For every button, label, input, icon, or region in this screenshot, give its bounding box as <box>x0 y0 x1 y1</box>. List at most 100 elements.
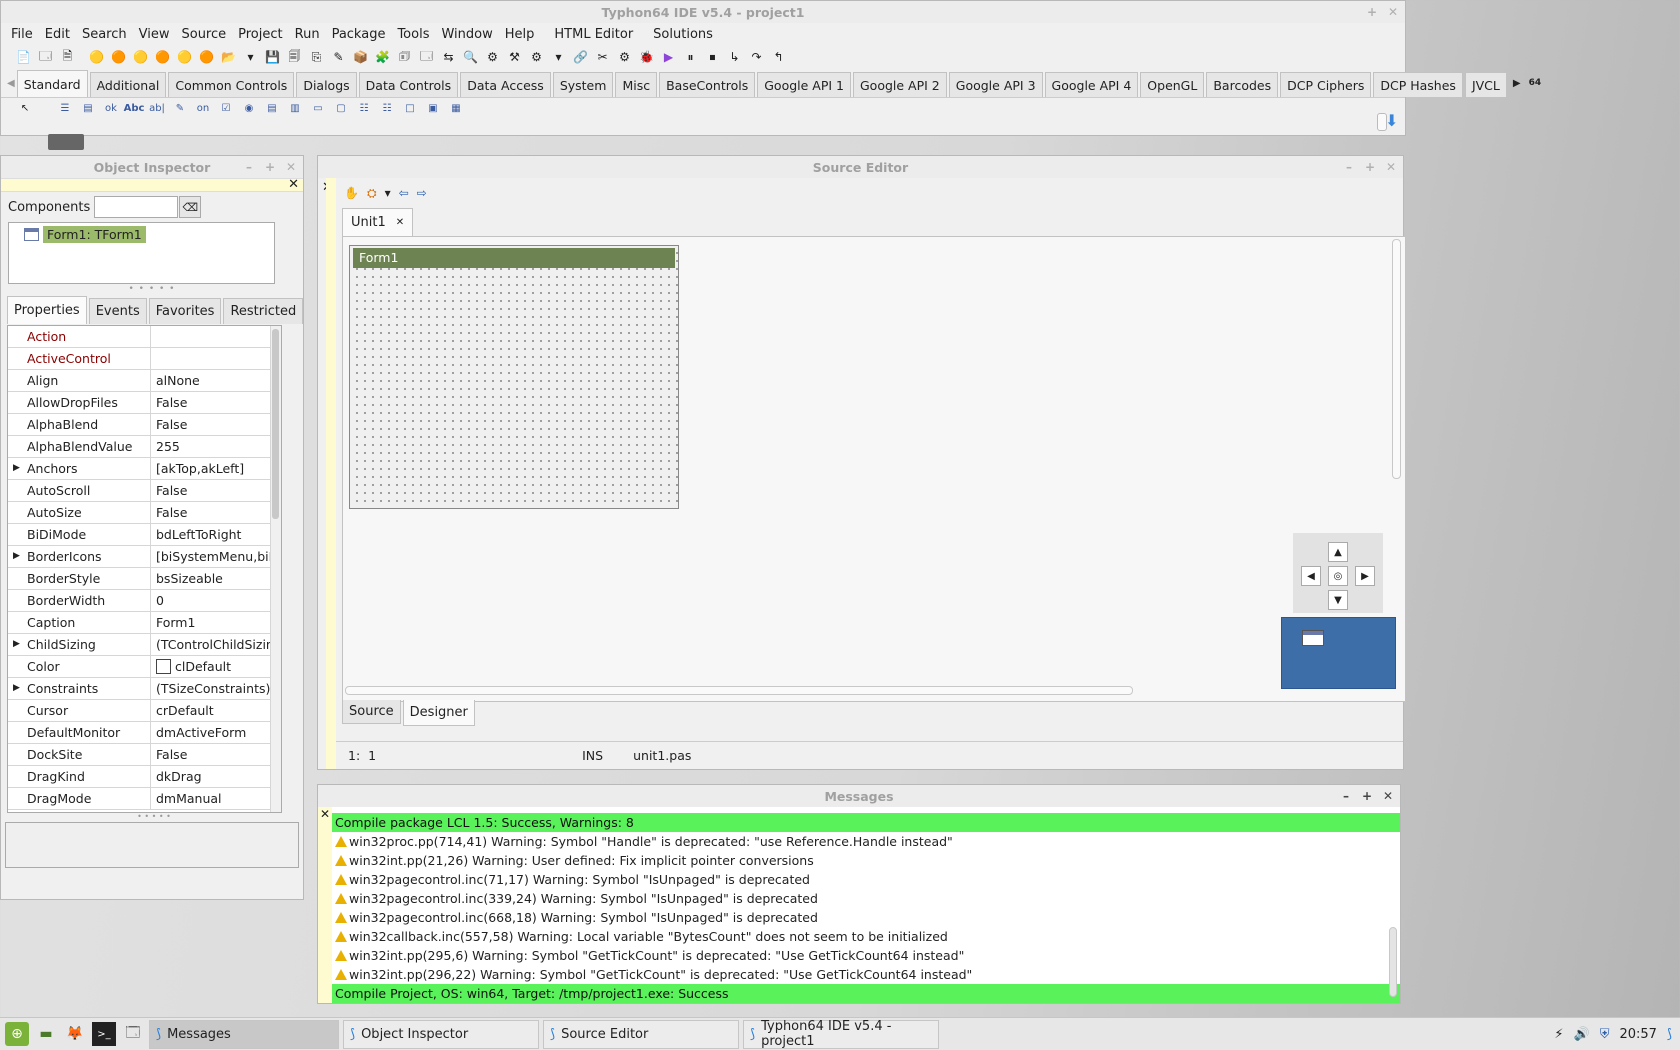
property-row[interactable]: Color clDefault <box>8 656 281 678</box>
property-value[interactable]: 0 <box>151 590 281 611</box>
tab-favorites[interactable]: Favorites <box>148 298 222 324</box>
components-filter-input[interactable] <box>94 196 179 218</box>
download-arrow-icon[interactable]: ⬇ <box>1385 111 1403 131</box>
property-value[interactable]: False <box>151 744 281 765</box>
property-row[interactable]: BorderStyle bsSizeable <box>8 568 281 590</box>
splitter[interactable]: • • • • • <box>1 284 303 296</box>
expand-arrow-icon[interactable]: ▶ <box>13 634 20 655</box>
property-value[interactable]: dkDrag <box>151 766 281 787</box>
property-row[interactable]: AlphaBlend False <box>8 414 281 436</box>
property-value[interactable]: False <box>151 392 281 413</box>
show-desktop-icon[interactable]: ▬ <box>34 1022 58 1046</box>
tradiogroup-icon[interactable]: ☷ <box>354 100 374 118</box>
maximize-icon[interactable]: + <box>1361 789 1373 803</box>
warning-message[interactable]: win32pagecontrol.inc(71,17) Warning: Sym… <box>332 870 1400 889</box>
minimize-icon[interactable]: – <box>1343 160 1355 174</box>
form-designer[interactable]: Form1 ▲ ◀ ◎ ▶ ▼ <box>342 236 1406 702</box>
tab-events[interactable]: Events <box>88 298 147 324</box>
new-unit-icon[interactable]: 📄 <box>13 47 34 68</box>
tlabel-icon[interactable]: Abc <box>124 100 145 118</box>
tlistbox-icon[interactable]: ▤ <box>262 100 282 118</box>
expand-arrow-icon[interactable]: ▶ <box>13 458 20 479</box>
compile-icon[interactable]: ⚒ <box>504 47 525 68</box>
property-row[interactable]: Align alNone <box>8 370 281 392</box>
property-row[interactable]: DragMode dmManual <box>8 788 281 810</box>
terminal-icon[interactable]: >_ <box>92 1022 116 1046</box>
menu-package[interactable]: Package <box>326 27 392 42</box>
palette-tab-google-api-1[interactable]: Google API 1 <box>757 72 851 97</box>
property-row[interactable]: AutoSize False <box>8 502 281 524</box>
volume-icon[interactable]: 🔊 <box>1574 1027 1590 1042</box>
maximize-icon[interactable]: + <box>264 160 276 174</box>
property-value[interactable]: False <box>151 502 281 523</box>
save-all-icon[interactable]: 🗐 <box>284 47 305 68</box>
pause-icon[interactable]: ⏸ <box>680 47 701 68</box>
close-icon[interactable]: ✕ <box>396 217 404 228</box>
property-value[interactable]: dmManual <box>151 788 281 809</box>
minimize-icon[interactable]: – <box>243 160 255 174</box>
bookmark-icon[interactable]: ⛭ <box>367 186 377 201</box>
tgroupbox-icon[interactable]: ▢ <box>331 100 351 118</box>
palette-tab-standard[interactable]: Standard <box>16 70 88 97</box>
property-row[interactable]: Action <box>8 326 281 348</box>
tcheckbox-icon[interactable]: ☑ <box>216 100 236 118</box>
designer-horizontal-scrollbar[interactable] <box>345 686 1133 695</box>
tpopupmenu-icon[interactable]: ▤ <box>78 100 98 118</box>
task-source-editor[interactable]: ⟆ Source Editor <box>543 1019 739 1049</box>
property-value[interactable] <box>151 348 281 369</box>
close-icon[interactable]: ✕ <box>1385 160 1397 174</box>
property-value[interactable] <box>151 326 281 347</box>
property-value[interactable]: (TControlChildSizing) <box>151 634 281 655</box>
maximize-icon[interactable]: + <box>1364 160 1376 174</box>
palette-tab-misc[interactable]: Misc <box>615 72 658 97</box>
property-row[interactable]: ▶ ChildSizing (TControlChildSizing) <box>8 634 281 656</box>
jump-forward-icon[interactable]: ⇨ <box>417 186 427 200</box>
palette-tab-data-controls[interactable]: Data Controls <box>358 72 459 97</box>
property-value[interactable]: [biSystemMenu,biMinim <box>151 546 281 567</box>
palette-tab-data-access[interactable]: Data Access <box>460 72 551 97</box>
tree-item-form1[interactable]: Form1: TForm1 <box>24 226 146 243</box>
source-editor-titlebar[interactable]: Source Editor – + ✕ <box>318 156 1403 178</box>
menu-view[interactable]: View <box>133 27 176 42</box>
components-icon[interactable]: 🧩 <box>372 47 393 68</box>
designer-form1[interactable]: Form1 <box>349 245 679 509</box>
messages-titlebar[interactable]: Messages – + ✕ <box>318 785 1400 807</box>
menu-source[interactable]: Source <box>175 27 232 42</box>
property-row[interactable]: AllowDropFiles False <box>8 392 281 414</box>
menu-project[interactable]: Project <box>232 27 288 42</box>
property-row[interactable]: ▶ Anchors [akTop,akLeft] <box>8 458 281 480</box>
palette-tab-system[interactable]: System <box>552 72 614 97</box>
tcombobox-icon[interactable]: ▥ <box>285 100 305 118</box>
menu-search[interactable]: Search <box>76 27 133 42</box>
run-options-icon[interactable]: ⚙ <box>526 47 547 68</box>
stop-icon[interactable]: ⏹ <box>702 47 723 68</box>
warning-message[interactable]: win32int.pp(21,26) Warning: User defined… <box>332 851 1400 870</box>
jump-back-icon[interactable]: ⇦ <box>399 186 409 200</box>
property-value[interactable]: [akTop,akLeft] <box>151 458 281 479</box>
clock[interactable]: 20:57 <box>1619 1027 1656 1042</box>
warning-message[interactable]: win32int.pp(296,22) Warning: Symbol "Get… <box>332 965 1400 984</box>
tbutton-icon[interactable]: ok <box>101 100 121 118</box>
property-value[interactable]: crDefault <box>151 700 281 721</box>
save-project-icon[interactable]: 🟠 <box>108 47 129 68</box>
property-row[interactable]: ActiveControl <box>8 348 281 370</box>
success-message[interactable]: Compile package LCL 1.5: Success, Warnin… <box>332 813 1400 832</box>
property-row[interactable]: ▶ BorderIcons [biSystemMenu,biMinim <box>8 546 281 568</box>
palette-scroll-right-icon[interactable]: ▶ <box>1513 78 1521 89</box>
new-form-icon[interactable]: 🗔 <box>35 47 56 68</box>
close-icon[interactable]: ✕ <box>320 807 330 821</box>
tab-unit1[interactable]: Unit1 ✕ <box>342 208 414 236</box>
close-project-icon[interactable]: 🟡 <box>130 47 151 68</box>
menu-window[interactable]: Window <box>435 27 498 42</box>
property-value[interactable]: dmActiveForm <box>151 722 281 743</box>
hand-icon[interactable]: ✋ <box>344 186 359 200</box>
network-icon[interactable]: 🔗 <box>570 47 591 68</box>
package-icon[interactable]: 📦 <box>350 47 371 68</box>
property-grid-scrollbar[interactable] <box>270 326 281 812</box>
splitter[interactable]: • • • • • <box>7 812 301 822</box>
property-value[interactable]: (TSizeConstraints) <box>151 678 281 699</box>
task-messages[interactable]: ⟆ Messages <box>149 1019 339 1049</box>
property-value[interactable]: bsSizeable <box>151 568 281 589</box>
start-menu-icon[interactable]: ⊕ <box>5 1022 29 1046</box>
project-options-icon[interactable]: 🟠 <box>152 47 173 68</box>
